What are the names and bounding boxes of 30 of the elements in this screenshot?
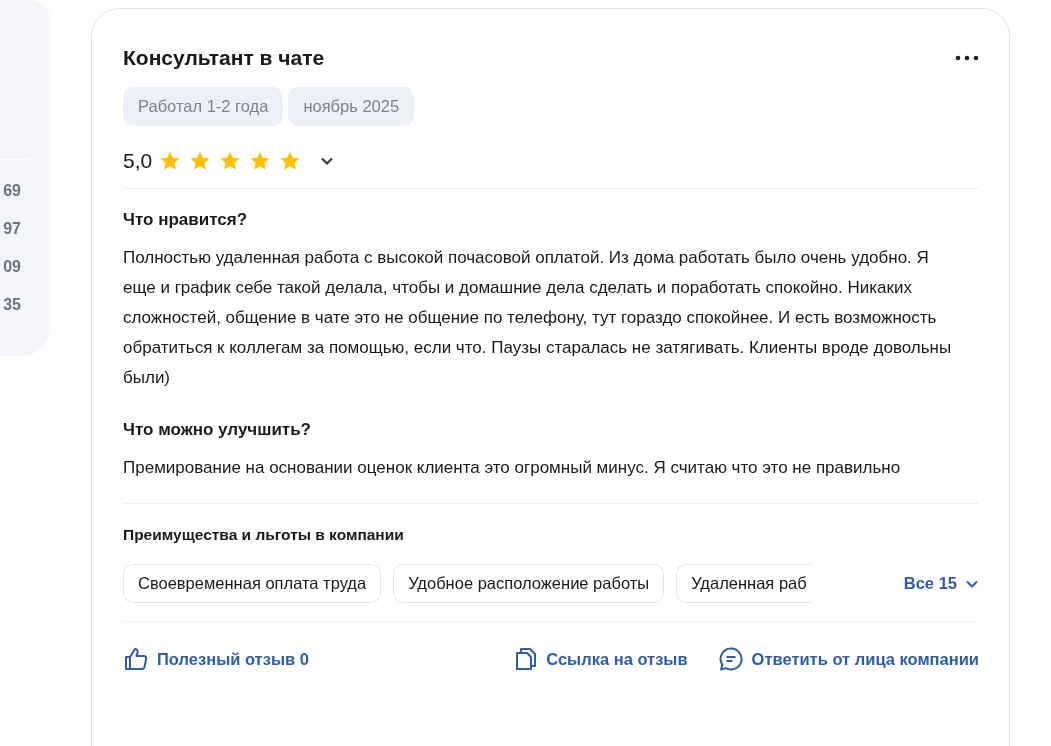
chevron-down-icon — [965, 578, 979, 589]
stat-value: 97 — [3, 221, 22, 239]
review-text: Полностью удаленная работа с высокой почасовой оплатой. Из дома работать было очень удобно. Я еще и график себе такой делала, чтобы и домашние дела сделать и поработать спокойно. Никаких сложностей, общение в чате это не общение по телефону, тут гораздо спокойнее. И есть возможность обратиться к коллегам за помощью, если что. Паузы старалась не затягивать. Клиенты вроде довольны были) — [123, 247, 953, 389]
show-all-button[interactable]: Все 15 — [903, 574, 979, 593]
benefit-tag: Удаленная раб — [676, 564, 811, 603]
star-icon — [249, 150, 272, 172]
star-icon — [159, 150, 182, 172]
review-title: Консультант в чате — [123, 46, 325, 70]
stat-value: 09 — [3, 259, 22, 277]
action-link[interactable]: Ссылка на отзыв — [514, 646, 688, 672]
benefits-heading: Преимущества и льготы в компании — [123, 526, 405, 544]
info-tag: ноябрь 2025 — [288, 87, 415, 126]
benefit-tag: Своевременная оплата труда — [123, 564, 382, 603]
thumbs-up-icon — [123, 646, 149, 672]
star-icon — [189, 150, 212, 172]
section-heading: Что нравится? — [123, 209, 249, 231]
action-link[interactable]: Полезный отзыв 0 — [123, 646, 309, 672]
review-text: Премирование на основании оценок клиента это огромный минус. Я считаю что это не правильно — [123, 457, 902, 479]
star-icon — [219, 150, 242, 172]
chat-bubble-icon — [717, 646, 744, 672]
info-tag: Работал 1-2 года — [123, 87, 284, 126]
chevron-down-icon[interactable] — [320, 156, 335, 166]
rating-value: 5,0 — [123, 149, 153, 173]
benefit-tag: Удобное расположение работы — [393, 564, 665, 603]
section-heading: Что можно улучшить? — [123, 419, 312, 441]
copy-icon — [514, 646, 539, 672]
star-icon — [279, 150, 302, 172]
stat-value: 35 — [3, 297, 22, 315]
action-link[interactable]: Ответить от лица компании — [717, 646, 979, 672]
stat-value: 69 — [3, 183, 22, 201]
